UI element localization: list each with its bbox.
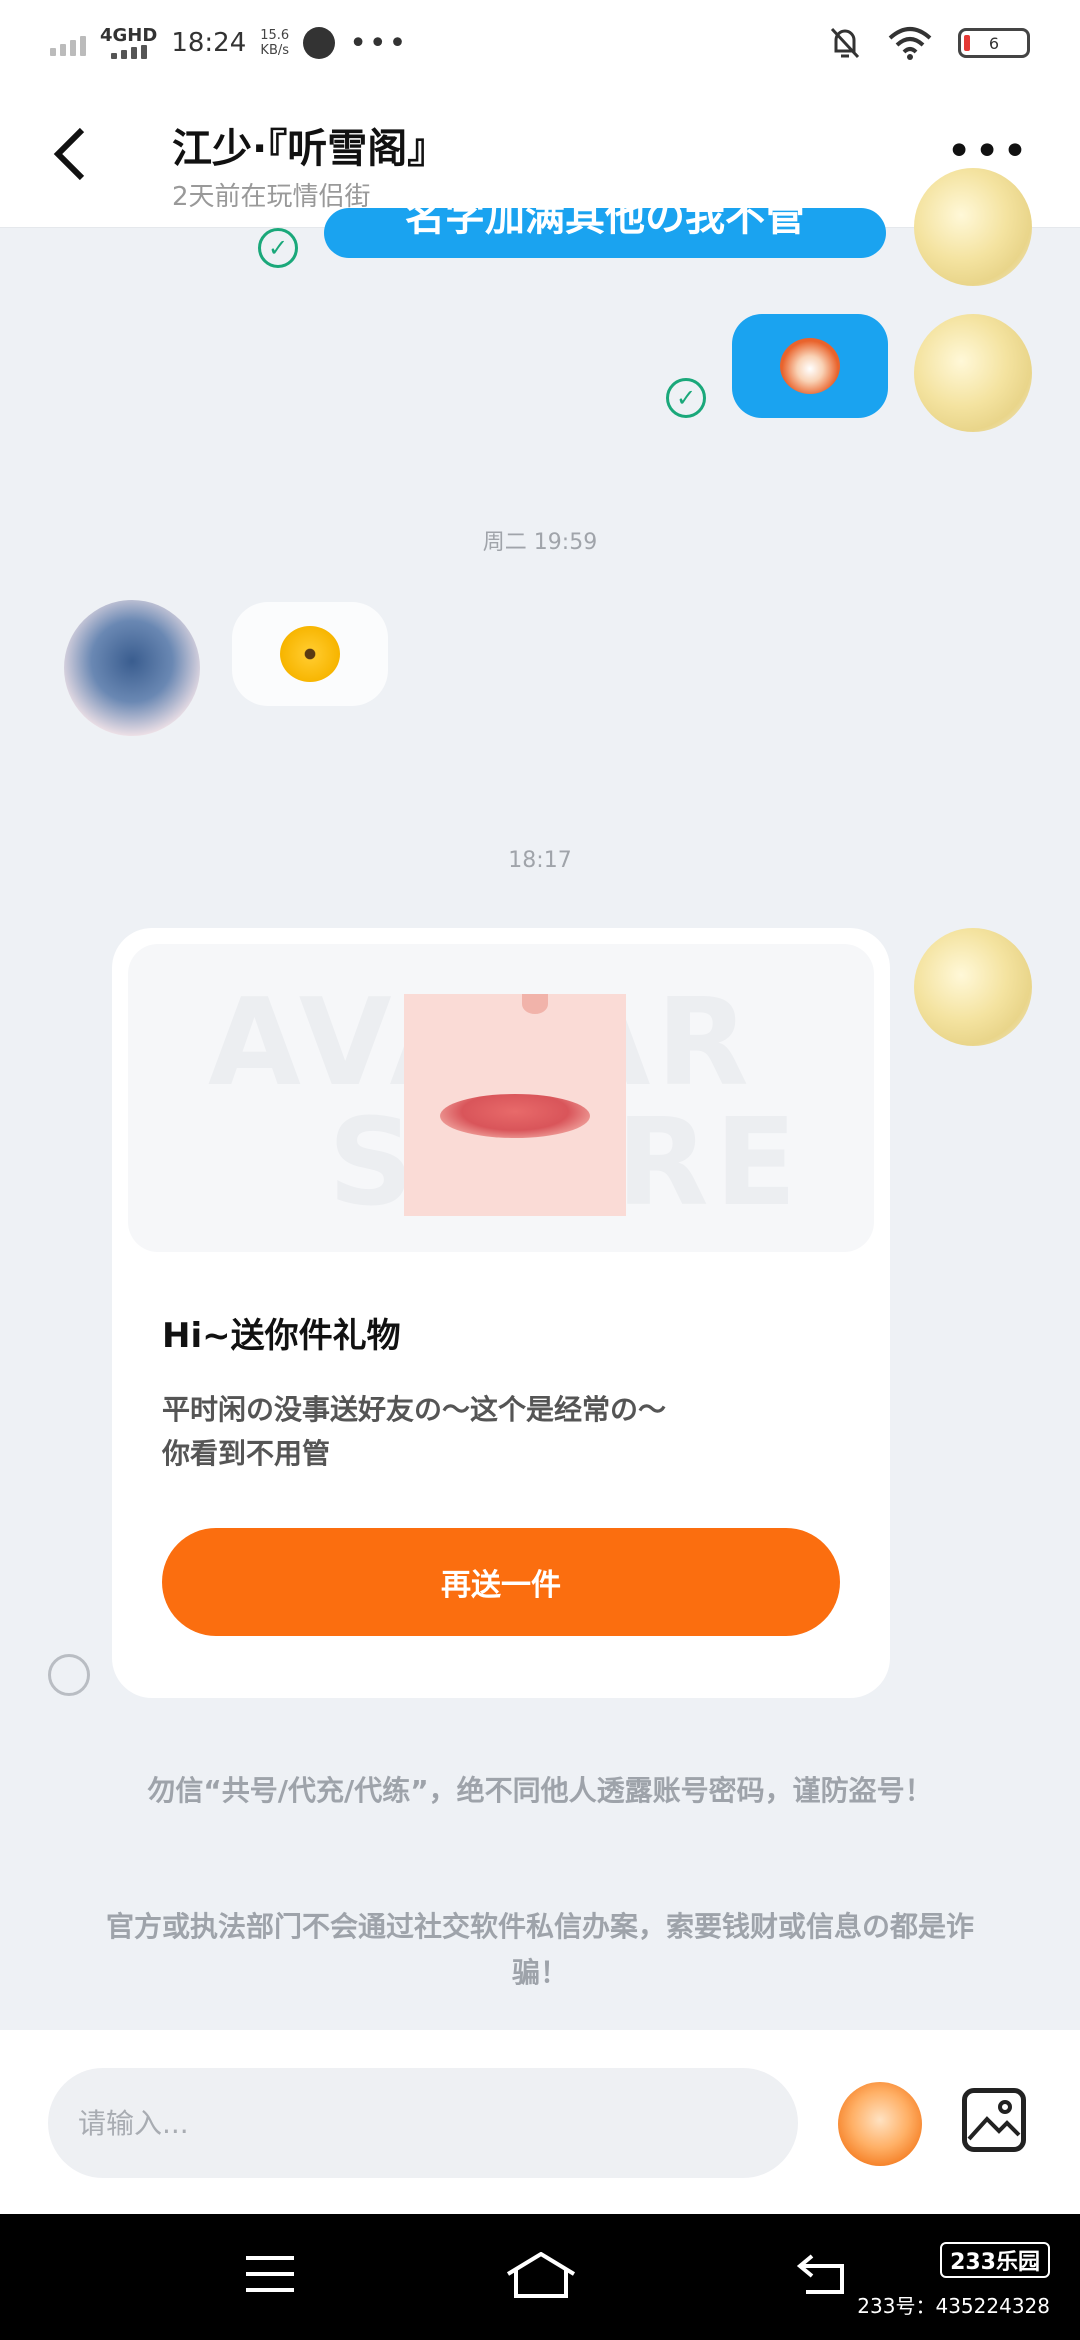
system-nav-bar: 233乐园 233号：435224328 (0, 2214, 1080, 2340)
avatar-self[interactable] (914, 314, 1032, 432)
sent-sticker-bubble[interactable] (732, 314, 888, 418)
sent-text-bubble[interactable]: 名字加满其他の我不管 (324, 208, 886, 258)
read-check-icon: ✓ (666, 378, 706, 418)
date-divider: 周二 19:59 (482, 530, 598, 555)
chat-status: 2天前在玩情侣街 (172, 182, 371, 212)
input-bar (0, 2030, 1080, 2214)
lips-icon (440, 1094, 590, 1138)
brand-id-text: 233号：435224328 (857, 2294, 1050, 2318)
fraud-notice: 官方或执法部门不会通过社交软件私信办案，索要钱财或信息の都是诈骗！ (105, 1910, 974, 1989)
return-icon (796, 2254, 844, 2294)
nose-tip (522, 994, 548, 1014)
chat-title[interactable]: 江少·『听雪阁』 (172, 116, 447, 174)
gift-description: 平时闲の没事送好友の～这个是经常の～ 你看到不用管 (162, 1393, 667, 1470)
signal-icon (50, 30, 86, 56)
network-indicator: 4GHD (100, 27, 157, 59)
chevron-left-icon (53, 127, 85, 181)
monkey-sticker-icon (780, 338, 840, 394)
clock: 18:24 (171, 28, 247, 58)
time-divider: 18:17 (508, 848, 572, 873)
avatar-contact[interactable] (64, 600, 200, 736)
resend-gift-button[interactable]: 再送一件 (162, 1528, 840, 1636)
home-nav-button[interactable] (506, 2251, 576, 2311)
message-input[interactable] (48, 2068, 798, 2178)
status-bar: 4GHD 18:24 15.6 KB/s ••• 6 (0, 0, 1080, 86)
lips-item-image (404, 994, 626, 1216)
back-nav-button[interactable] (796, 2252, 852, 2307)
gift-card[interactable]: AVATAR STORE Hi~送你件礼物 平时闲の没事送好友の～这个是经常の～… (112, 928, 890, 1698)
home-icon (506, 2251, 576, 2298)
image-icon (967, 2100, 1021, 2141)
gift-image-panel: AVATAR STORE (128, 944, 874, 1252)
emoji-mascot-button[interactable] (838, 2082, 922, 2166)
menu-nav-button[interactable] (244, 2252, 296, 2307)
mute-bell-icon (830, 27, 860, 59)
menu-icon (246, 2256, 294, 2292)
gift-greeting: Hi~送你件礼物 (162, 1316, 401, 1356)
message-list[interactable]: ✓ 名字加满其他の我不管 ✓ 周二 19:59 18:17 AVATAR STO… (0, 168, 1080, 2028)
image-picker-button[interactable] (962, 2088, 1026, 2152)
safety-notice: 勿信“共号/代充/代练”，绝不同他人透露账号密码，谨防盗号！ (147, 1774, 933, 1807)
net-speed: 15.6 KB/s (260, 28, 290, 58)
back-button[interactable] (50, 126, 110, 186)
avatar-self[interactable] (914, 928, 1032, 1046)
avatar-self[interactable] (914, 168, 1032, 286)
read-check-icon: ✓ (258, 228, 298, 268)
gauge-icon (303, 27, 336, 59)
brand-logo: 233乐园 (940, 2242, 1050, 2278)
duck-sticker-icon (280, 626, 340, 682)
wifi-icon (888, 27, 932, 60)
select-radio[interactable] (48, 1654, 90, 1696)
received-sticker-bubble[interactable] (232, 602, 388, 706)
battery-icon: 6 (958, 28, 1030, 58)
status-more-icon: ••• (349, 25, 409, 61)
